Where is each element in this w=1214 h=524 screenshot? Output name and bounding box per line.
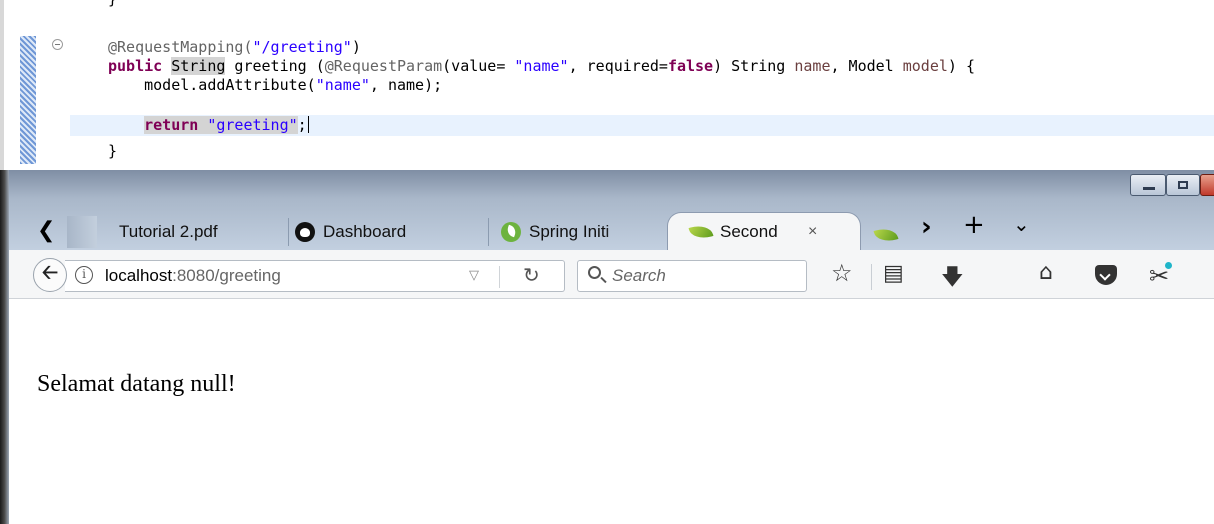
window-frame-left	[0, 170, 9, 524]
search-input[interactable]: Search	[577, 260, 807, 292]
code-line-body1: model.addAttribute("name", name);	[144, 76, 443, 94]
annotation-token: @RequestMapping(	[108, 38, 253, 56]
code-line-signature: public String greeting (@RequestParam(va…	[108, 57, 975, 75]
string-token: "/greeting"	[252, 38, 352, 56]
tab-label: Second	[720, 221, 778, 241]
string-token: "name"	[315, 76, 370, 94]
tab-spring-initializr[interactable]: Spring Initi	[471, 214, 687, 250]
scroll-tabs-left-icon[interactable]: ❮	[37, 218, 55, 243]
highlighted-type-token: String	[171, 57, 226, 75]
editor-gutter	[0, 0, 8, 170]
minimize-button[interactable]	[1130, 174, 1166, 196]
url-text[interactable]: localhost:8080/greeting	[105, 266, 281, 286]
search-placeholder: Search	[612, 266, 666, 285]
pocket-icon[interactable]	[1095, 265, 1117, 285]
text-caret	[307, 116, 309, 133]
url-bar[interactable]: i localhost:8080/greeting ▽ ↻	[65, 260, 565, 292]
annotation-token: @RequestParam	[324, 57, 443, 75]
new-tab-button[interactable]: +	[963, 210, 985, 240]
greeting-text: Selamat datang null!	[37, 371, 236, 397]
close-window-button[interactable]	[1200, 174, 1214, 196]
home-icon[interactable]: ⌂	[1039, 260, 1053, 285]
reading-list-icon[interactable]: ▤	[883, 261, 904, 286]
browser-window: ❮ Tutorial 2.pdf Dashboard Spring Initi …	[0, 170, 1214, 524]
info-icon[interactable]: i	[75, 266, 93, 284]
navigation-toolbar: i localhost:8080/greeting ▽ ↻ 🡠 Search ☆…	[9, 250, 1214, 299]
keyword-token: public	[108, 57, 163, 75]
scroll-tabs-right-icon[interactable]: ›	[921, 212, 932, 242]
tab-label: Dashboard	[323, 222, 407, 241]
code-line-body2: return "greeting";	[144, 116, 309, 134]
search-icon	[588, 266, 601, 279]
close-tab-icon[interactable]: ×	[808, 223, 817, 241]
highlighted-return-token: return "greeting"	[144, 116, 298, 134]
param-token: name	[794, 57, 831, 75]
bookmark-star-icon[interactable]: ☆	[831, 259, 853, 287]
back-arrow-icon: 🡠	[41, 260, 59, 284]
tab-strip: ❮ Tutorial 2.pdf Dashboard Spring Initi …	[9, 208, 1214, 250]
tab-tutorial-pdf[interactable]: Tutorial 2.pdf	[107, 214, 289, 250]
downloads-icon[interactable]: 🡇	[941, 260, 964, 298]
code-line-brace-top: }	[108, 0, 117, 9]
tab-dashboard[interactable]: Dashboard	[277, 214, 489, 250]
url-dropdown-icon[interactable]: ▽	[469, 268, 479, 283]
list-all-tabs-icon[interactable]: ⌄	[1013, 212, 1030, 236]
reload-icon[interactable]: ↻	[523, 263, 540, 287]
back-button[interactable]: 🡠	[33, 258, 67, 292]
code-line-annotation: @RequestMapping("/greeting")	[108, 38, 361, 56]
tab-second[interactable]: Second ×	[667, 212, 861, 250]
fold-toggle-icon[interactable]	[52, 39, 63, 50]
keyword-token: false	[667, 57, 714, 75]
code-editor[interactable]: } @RequestMapping("/greeting") public St…	[0, 0, 1214, 170]
tab-label: Tutorial 2.pdf	[119, 222, 218, 241]
maximize-button[interactable]	[1166, 174, 1200, 196]
spring-icon	[501, 222, 521, 242]
change-indicator	[20, 36, 36, 164]
leaf-icon	[873, 225, 899, 245]
page-content: Selamat datang null!	[9, 299, 1214, 524]
string-token: "name"	[514, 57, 569, 75]
leaf-icon	[688, 221, 714, 242]
tab-label: Spring Initi	[529, 222, 610, 241]
param-token: model	[902, 57, 948, 75]
hidden-tab-edge	[67, 216, 97, 248]
github-icon	[295, 222, 315, 242]
overflow-tab[interactable]	[873, 225, 905, 245]
code-line-brace-bottom: }	[108, 142, 118, 160]
